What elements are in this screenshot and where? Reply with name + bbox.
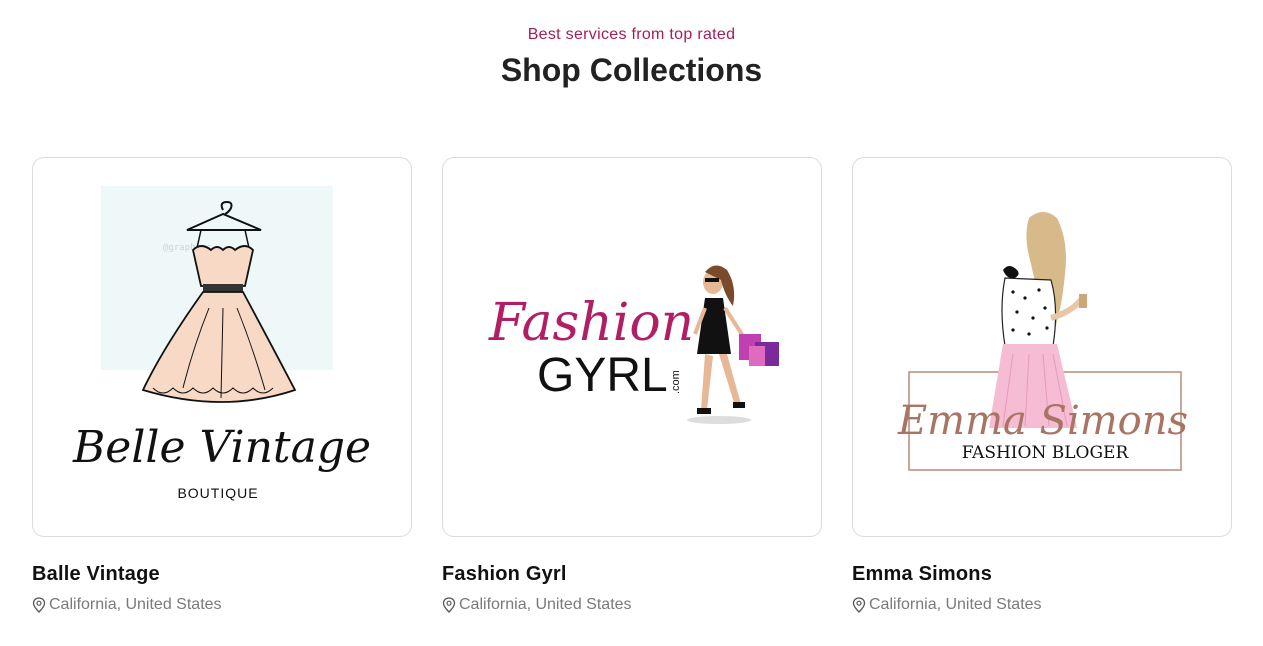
shop-logo-image[interactable]: Emma Simons FASHION BLOGER: [852, 157, 1232, 537]
logo-wordmark: GYRL: [537, 349, 668, 402]
shopping-woman-icon: Fashion GYRL .com: [488, 265, 779, 424]
shop-location: California, United States: [32, 596, 412, 614]
blogger-woman-icon: Emma Simons FASHION BLOGER: [897, 212, 1188, 471]
location-pin-icon: [442, 597, 456, 613]
shop-name[interactable]: Balle Vintage: [32, 563, 412, 586]
shop-card[interactable]: Fashion GYRL .com Fashion Gyrl Californi…: [442, 157, 822, 614]
shop-logo-image[interactable]: Fashion GYRL .com: [442, 157, 822, 537]
shop-name[interactable]: Fashion Gyrl: [442, 563, 822, 586]
shop-location: California, United States: [442, 596, 822, 614]
shop-location: California, United States: [852, 596, 1232, 614]
shop-card[interactable]: Emma Simons FASHION BLOGER Emma Simons C…: [852, 157, 1232, 614]
logo-suffix: .com: [670, 370, 682, 394]
logo-script: Fashion: [488, 293, 694, 353]
logo-tagline: FASHION BLOGER: [962, 443, 1130, 463]
section-title: Shop Collections: [500, 52, 763, 88]
logo-tagline: BOUTIQUE: [177, 485, 258, 501]
logo-script: Belle Vintage: [72, 422, 371, 473]
shop-location-text: California, United States: [459, 596, 632, 613]
shop-location-text: California, United States: [49, 596, 222, 613]
shop-location-text: California, United States: [869, 596, 1042, 613]
location-pin-icon: [852, 597, 866, 613]
shop-name[interactable]: Emma Simons: [852, 563, 1232, 586]
logo-script: Emma Simons: [897, 398, 1188, 444]
dress-on-hanger-icon: @graphics Belle Vintage BOUTIQUE: [72, 186, 371, 501]
section-eyebrow: Best services from top rated: [527, 26, 736, 43]
location-pin-icon: [32, 597, 46, 613]
shop-card[interactable]: @graphics Belle Vintage BOUTIQUE Balle V…: [32, 157, 412, 614]
shop-logo-image[interactable]: @graphics Belle Vintage BOUTIQUE: [32, 157, 412, 537]
